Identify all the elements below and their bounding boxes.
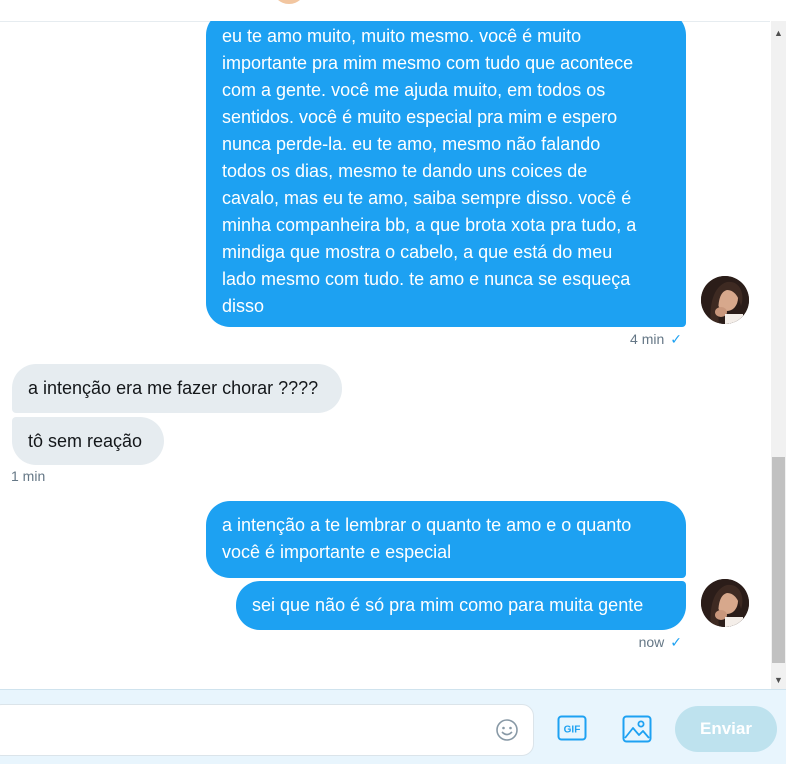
timestamp-text: 4 min <box>630 331 665 347</box>
timestamp-text: now <box>638 634 665 650</box>
read-check-icon: ✓ <box>670 634 682 650</box>
message-timestamp: 1 min <box>11 468 46 484</box>
read-check-icon: ✓ <box>670 331 682 347</box>
message-bubble-sent: eu te amo muito, muito mesmo. você é mui… <box>206 21 686 327</box>
avatar[interactable] <box>701 579 749 627</box>
header-avatar[interactable] <box>272 0 306 4</box>
emoji-icon[interactable] <box>495 718 519 742</box>
conversation-header <box>0 0 770 22</box>
send-button[interactable]: Enviar <box>675 706 777 752</box>
message-bubble-received: a intenção era me fazer chorar ???? <box>12 364 342 413</box>
scroll-up-arrow-icon[interactable]: ▲ <box>771 25 786 42</box>
message-bubble-sent: sei que não é só pra mim como para muita… <box>236 581 686 630</box>
message-input[interactable] <box>0 704 534 756</box>
gif-icon[interactable]: GIF <box>557 715 587 741</box>
message-bubble-received: tô sem reação <box>12 417 164 465</box>
message-composer <box>0 689 786 764</box>
message-timestamp: now ✓ <box>639 634 682 651</box>
message-bubble-sent: a intenção a te lembrar o quanto te amo … <box>206 501 686 578</box>
gif-label: GIF <box>564 725 581 736</box>
avatar[interactable] <box>701 276 749 324</box>
scrollbar-thumb[interactable] <box>772 457 785 663</box>
message-timestamp: 4 min ✓ <box>630 331 682 348</box>
image-icon[interactable] <box>622 715 652 743</box>
message-list: eu te amo muito, muito mesmo. você é mui… <box>0 21 770 689</box>
scroll-down-arrow-icon[interactable]: ▼ <box>771 672 786 689</box>
vertical-scrollbar[interactable]: ▲ ▼ <box>771 21 786 689</box>
